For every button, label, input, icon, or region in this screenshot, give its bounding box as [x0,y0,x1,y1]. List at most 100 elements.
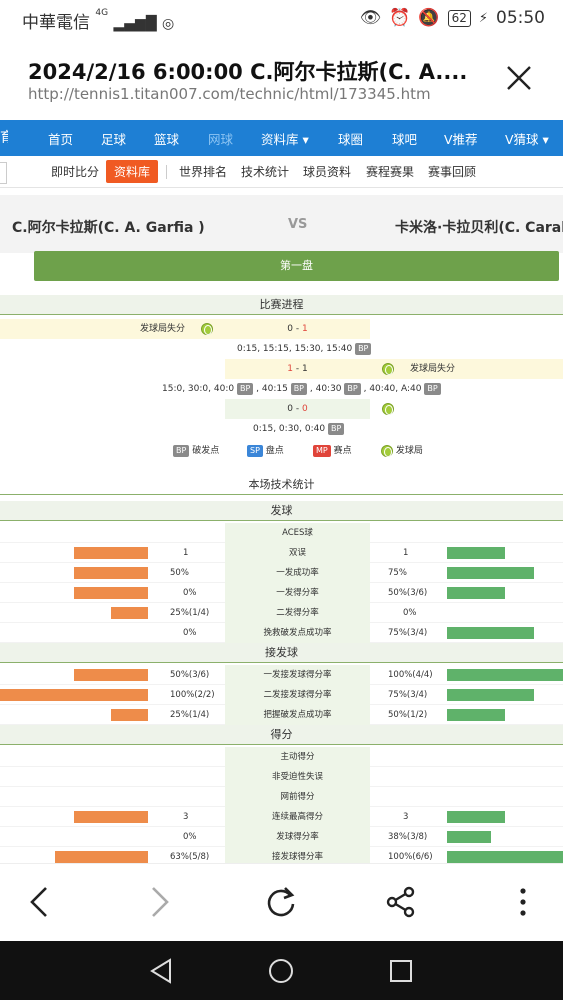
score-sep: - [295,364,300,374]
system-recents-icon[interactable] [389,959,413,983]
lost-serve-label: 发球局失分 [139,324,185,334]
stat-row: 主动得分 [0,747,563,767]
serve-group-title: 发球 [0,501,563,521]
match-header: C.阿尔卡拉斯(C. A. Garfia ) VS 卡米洛·卡拉贝利(C. Ca… [0,195,563,253]
nav-item-home[interactable]: 首页 [48,129,73,148]
stat-bar-right [447,567,534,579]
system-home-icon[interactable] [268,958,294,984]
close-icon[interactable] [505,64,533,92]
stat-bar-left [74,811,148,823]
sp-badge: SP [247,444,263,457]
browser-title-bar: 2024/2/16 6:00:00 C.阿尔卡拉斯(C. A.... http:… [0,38,563,120]
stat-label: 一发得分率 [225,583,370,603]
browser-toolbar [0,863,563,941]
legend-bp-label: 破发点 [192,446,220,456]
legend-sp-label: 盘点 [265,446,284,456]
game-score: 1 - 1 [225,359,370,379]
subnav-player-info[interactable]: 球员资料 [303,163,351,180]
stat-label: 二发得分率 [225,603,370,623]
stat-row: 1 双误 1 [0,543,563,563]
status-icons: 👁 ⏰ 🔕 62 ⚡ 05:50 [360,8,545,28]
subnav-tech-stats[interactable]: 技术统计 [241,163,289,180]
stat-bar-left [74,567,148,579]
stat-value-right: 75%(3/4) [388,690,428,700]
nav-item-v-recommend[interactable]: V推荐 [444,129,478,148]
legend-mp: MP 赛点 [313,441,352,461]
stat-label: 一发接发球得分率 [225,665,370,685]
subnav-database[interactable]: 资料库 [106,160,159,183]
nav-item-database[interactable]: 资料库 ▾ [261,129,309,148]
nav-item-basketball[interactable]: 篮球 [154,129,179,148]
status-bar: 中華電信 4G ▂▄▆█ ◎ 👁 ⏰ 🔕 62 ⚡ 05:50 [0,0,563,38]
legend-sp: SP 盘点 [247,441,284,461]
point-sequence-text: , 40:15 [256,384,288,394]
nav-item-v-guess[interactable]: V猜球 ▾ [505,129,549,148]
subnav-schedule-results[interactable]: 赛程赛果 [366,163,414,180]
nav-item-forum[interactable]: 球吧 [392,129,417,148]
legend-serve-label: 发球局 [395,446,423,456]
player2-name[interactable]: 卡米洛·卡拉贝利(C. Carab [395,217,563,237]
stat-bar-left [111,607,148,619]
legend-bp: BP 破发点 [173,441,219,461]
vs-label: VS [288,217,308,232]
point-sequence: 0:15, 0:30, 0:40 BP [225,419,563,439]
progress-row: 发球局失分 0 - 1 [0,319,563,339]
stat-value-right: 50%(3/6) [388,588,428,598]
point-sequence-text: 15:0, 30:0, 40:0 [162,384,235,394]
stat-bar-left [55,851,148,863]
system-back-icon[interactable] [148,958,174,984]
alarm-icon: ⏰ [389,8,411,28]
score-right: 1 [302,324,308,334]
subnav-world-ranking[interactable]: 世界排名 [179,163,227,180]
score-right: 0 [302,404,308,414]
clock-time: 05:50 [496,8,545,28]
nav-item-tennis[interactable]: 网球 [208,129,233,148]
stat-row: 25%(1/4) 把握破发点成功率 50%(1/2) [0,705,563,725]
game-score: 0 - 0 [225,399,370,419]
search-box-edge[interactable] [0,162,7,184]
stat-bar-right [447,851,563,863]
stat-label: 双误 [225,543,370,563]
stats-section-title: 本场技术统计 [0,475,563,495]
back-icon[interactable] [22,884,58,920]
stat-row: 63%(5/8) 接发球得分率 100%(6/6) [0,847,563,863]
bp-badge: BP [236,382,254,395]
stat-value-right: 100%(4/4) [388,670,433,680]
network-type: 4G [95,8,109,18]
score-right: 1 [302,364,308,374]
stat-row: 非受迫性失误 [0,767,563,787]
stat-bar-right [447,811,505,823]
legend-row: BP 破发点 SP 盘点 MP 赛点 发球局 [0,441,563,461]
nav-item-circle[interactable]: 球圈 [338,129,363,148]
site-logo[interactable]: 育 [0,120,8,156]
stat-row: ACES球 [0,523,563,543]
bp-badge: BP [173,444,190,457]
return-group-title: 接发球 [0,643,563,663]
set-tab-first[interactable]: 第一盘 [34,251,559,281]
progress-row: 0:15, 15:15, 15:30, 15:40 BP [0,339,563,359]
page-title: 2024/2/16 6:00:00 C.阿尔卡拉斯(C. A.... [28,60,468,84]
legend-serve: 发球局 [381,441,423,461]
reload-icon[interactable] [263,884,299,920]
progress-cell-right: 发球局失分 [370,359,563,379]
bp-badge: BP [424,382,441,395]
more-menu-icon[interactable] [505,884,541,920]
point-sequence-text: , 40:40, A:40 [363,384,422,394]
progress-cell-left [0,359,225,379]
subnav-live-score[interactable]: 即时比分 [51,163,99,180]
subnav-match-review[interactable]: 赛事回顾 [428,163,476,180]
stat-bar-left [0,689,148,701]
stat-label: 网前得分 [225,787,370,807]
share-icon[interactable] [383,884,419,920]
stat-bar-right [447,669,563,681]
stat-label: 一发成功率 [225,563,370,583]
forward-icon[interactable] [141,884,177,920]
page-url[interactable]: http://tennis1.titan007.com/technic/html… [28,85,431,103]
stat-value-right: 75% [388,568,407,578]
nav-item-football[interactable]: 足球 [101,129,126,148]
score-left: 1 [287,364,293,374]
match-content: C.阿尔卡拉斯(C. A. Garfia ) VS 卡米洛·卡拉贝利(C. Ca… [0,195,563,863]
progress-cell-left [0,399,225,419]
player1-name[interactable]: C.阿尔卡拉斯(C. A. Garfia ) [12,217,205,237]
divider [166,165,167,179]
